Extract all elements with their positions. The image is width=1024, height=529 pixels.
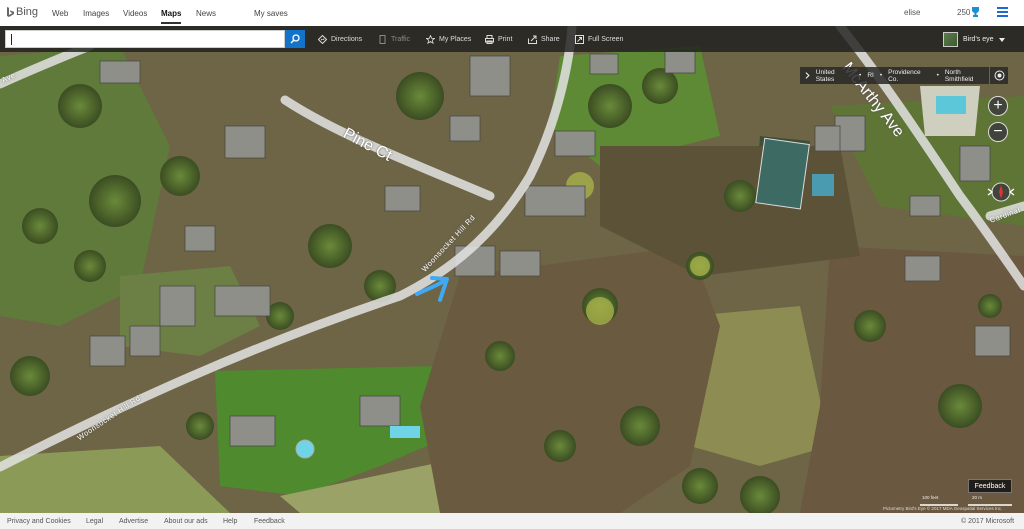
nav-link-web[interactable]: Web bbox=[52, 9, 68, 18]
chevron-right-icon[interactable] bbox=[805, 72, 810, 79]
bing-logo-icon bbox=[7, 6, 14, 18]
map-feedback-button[interactable]: Feedback bbox=[968, 479, 1012, 493]
print-label: Print bbox=[498, 35, 513, 43]
footer-link-about-ads[interactable]: About our ads bbox=[164, 518, 208, 525]
traffic-icon bbox=[379, 34, 386, 44]
chevron-down-icon bbox=[998, 37, 1005, 42]
breadcrumb-separator: • bbox=[879, 72, 883, 79]
breadcrumb-separator: • bbox=[859, 72, 862, 79]
share-icon bbox=[528, 35, 537, 44]
menu-hamburger-icon[interactable] bbox=[997, 7, 1008, 17]
minus-icon: − bbox=[993, 123, 1003, 140]
full-screen-button[interactable]: Full Screen bbox=[575, 34, 623, 44]
search-icon bbox=[290, 34, 300, 44]
zoom-out-button[interactable]: − bbox=[988, 122, 1008, 142]
breadcrumb-state[interactable]: RI bbox=[867, 72, 874, 79]
imagery-attribution: Pictometry Bird's Eye © 2017 MDA Geospat… bbox=[883, 506, 1003, 511]
map-toolbar: Directions Traffic My Places Print Share… bbox=[0, 26, 1024, 52]
birds-eye-thumbnail bbox=[943, 32, 958, 47]
my-places-label: My Places bbox=[439, 35, 472, 43]
nav-link-maps[interactable]: Maps bbox=[161, 9, 182, 24]
nav-link-news[interactable]: News bbox=[196, 9, 216, 18]
directions-icon bbox=[318, 34, 327, 44]
scale-label-meters: 20 m bbox=[972, 495, 983, 500]
bing-logo-text: Bing bbox=[16, 6, 39, 18]
bing-logo[interactable]: Bing bbox=[7, 6, 38, 18]
page-footer: Privacy and Cookies Legal Advertise Abou… bbox=[0, 513, 1024, 529]
nav-link-my-saves[interactable]: My saves bbox=[254, 9, 288, 18]
locate-me-button[interactable] bbox=[990, 67, 1008, 84]
map-scale-bar: 100 feet 20 m bbox=[918, 495, 1014, 506]
birds-eye-map[interactable]: Pine Ct Woonsocket Hill Rd Woonsocket Hi… bbox=[0, 26, 1024, 513]
star-icon bbox=[426, 34, 435, 44]
footer-link-help[interactable]: Help bbox=[223, 518, 237, 525]
copyright: © 2017 Microsoft bbox=[961, 518, 1015, 525]
print-button[interactable]: Print bbox=[485, 34, 512, 44]
locate-icon bbox=[994, 70, 1004, 81]
print-icon bbox=[485, 34, 494, 44]
traffic-label: Traffic bbox=[391, 35, 411, 43]
footer-link-legal[interactable]: Legal bbox=[86, 518, 103, 525]
scale-label-feet: 100 feet bbox=[922, 495, 939, 500]
footer-link-privacy[interactable]: Privacy and Cookies bbox=[7, 518, 71, 525]
location-breadcrumb: United States • RI • Providence Co. • No… bbox=[800, 67, 989, 84]
search-button[interactable] bbox=[285, 30, 305, 48]
share-button[interactable]: Share bbox=[528, 34, 560, 44]
breadcrumb-town[interactable]: North Smithfield bbox=[945, 69, 989, 83]
breadcrumb-county[interactable]: Providence Co. bbox=[888, 69, 930, 83]
my-places-button[interactable]: My Places bbox=[426, 34, 471, 44]
text-caret bbox=[11, 34, 12, 45]
footer-link-advertise[interactable]: Advertise bbox=[119, 518, 148, 525]
share-label: Share bbox=[541, 35, 560, 43]
breadcrumb-country[interactable]: United States bbox=[816, 69, 853, 83]
plus-icon: + bbox=[993, 97, 1003, 114]
fullscreen-icon bbox=[575, 34, 584, 44]
breadcrumb-separator: • bbox=[936, 72, 939, 79]
view-mode-label: Bird's eye bbox=[963, 36, 994, 43]
footer-link-feedback[interactable]: Feedback bbox=[254, 518, 285, 525]
directions-button[interactable]: Directions bbox=[318, 34, 362, 44]
full-screen-label: Full Screen bbox=[588, 35, 624, 43]
view-mode-selector[interactable]: Bird's eye bbox=[943, 32, 1005, 47]
rewards-points[interactable]: 250 bbox=[957, 8, 970, 17]
top-navigation-bar: Bing Web Images Videos Maps News My save… bbox=[0, 0, 1024, 26]
compass-rotate-control[interactable] bbox=[986, 181, 1016, 203]
user-name[interactable]: elise bbox=[904, 8, 920, 17]
nav-link-images[interactable]: Images bbox=[83, 9, 109, 18]
nav-link-videos[interactable]: Videos bbox=[123, 9, 147, 18]
search-input[interactable] bbox=[5, 30, 285, 48]
directions-label: Directions bbox=[331, 35, 363, 43]
zoom-in-button[interactable]: + bbox=[988, 96, 1008, 116]
rewards-trophy-icon[interactable] bbox=[971, 7, 980, 19]
traffic-button[interactable]: Traffic bbox=[378, 34, 410, 44]
